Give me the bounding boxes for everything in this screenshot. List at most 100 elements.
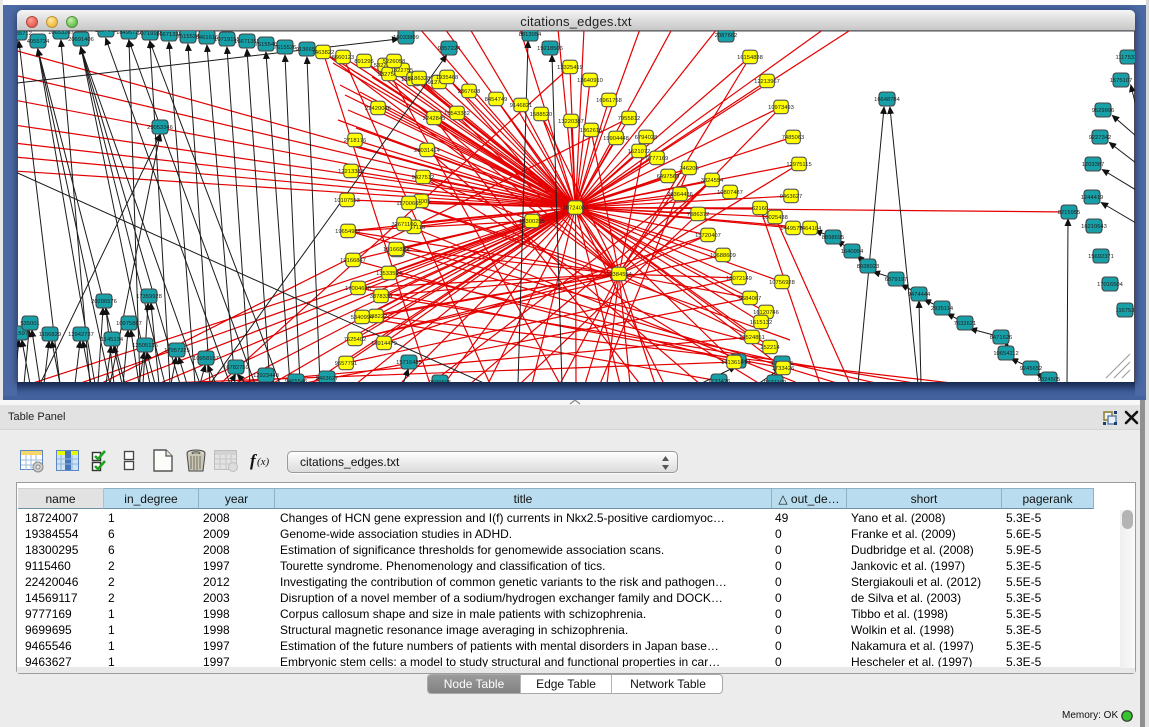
svg-text:9657791: 9657791 bbox=[335, 361, 358, 367]
svg-text:20206576: 20206576 bbox=[91, 299, 117, 305]
svg-text:1733426: 1733426 bbox=[772, 366, 795, 372]
svg-text:9777169: 9777169 bbox=[646, 156, 669, 162]
svg-text:2087662: 2087662 bbox=[715, 33, 738, 39]
svg-text:9529996: 9529996 bbox=[1092, 108, 1115, 114]
svg-text:13220387: 13220387 bbox=[558, 119, 584, 125]
svg-text:16033809: 16033809 bbox=[393, 35, 419, 41]
svg-text:5340994: 5340994 bbox=[351, 315, 374, 321]
svg-text:7464104: 7464104 bbox=[799, 226, 822, 232]
svg-text:2242845: 2242845 bbox=[423, 116, 446, 122]
svg-text:12923448: 12923448 bbox=[253, 373, 279, 379]
svg-text:19904448: 19904448 bbox=[603, 136, 629, 142]
svg-text:12975115: 12975115 bbox=[786, 162, 811, 168]
svg-text:10025438: 10025438 bbox=[762, 215, 788, 221]
svg-text:10688609: 10688609 bbox=[710, 253, 736, 259]
svg-text:11700665: 11700665 bbox=[396, 201, 421, 207]
svg-text:10807487: 10807487 bbox=[717, 190, 743, 196]
svg-text:9474444: 9474444 bbox=[908, 292, 931, 298]
svg-text:16782759: 16782759 bbox=[223, 365, 249, 371]
svg-text:7955812: 7955812 bbox=[618, 116, 641, 122]
svg-text:8454749: 8454749 bbox=[485, 97, 508, 103]
svg-text:4055724: 4055724 bbox=[27, 39, 50, 45]
svg-text:10654112: 10654112 bbox=[993, 351, 1018, 357]
svg-text:19384554: 19384554 bbox=[606, 272, 633, 278]
svg-text:19166847: 19166847 bbox=[340, 258, 366, 264]
svg-text:10958107: 10958107 bbox=[193, 356, 219, 362]
svg-text:7485063: 7485063 bbox=[782, 135, 805, 141]
svg-text:7625402: 7625402 bbox=[344, 337, 367, 343]
svg-text:15692371: 15692371 bbox=[1088, 254, 1114, 260]
svg-text:1527602: 1527602 bbox=[95, 31, 118, 34]
svg-text:32671100: 32671100 bbox=[391, 222, 416, 228]
svg-text:7632621: 7632621 bbox=[954, 321, 977, 327]
svg-text:10653267: 10653267 bbox=[48, 31, 74, 36]
svg-text:10973493: 10973493 bbox=[768, 105, 794, 111]
svg-text:1621072: 1621072 bbox=[628, 149, 651, 155]
svg-text:19166827: 19166827 bbox=[383, 247, 409, 253]
svg-text:15720407: 15720407 bbox=[695, 233, 721, 239]
svg-text:6879197: 6879197 bbox=[885, 277, 908, 283]
svg-text:13533594: 13533594 bbox=[376, 271, 403, 277]
svg-text:9684067: 9684067 bbox=[739, 296, 762, 302]
svg-text:19218506: 19218506 bbox=[537, 46, 563, 52]
svg-text:1203387: 1203387 bbox=[1082, 162, 1105, 168]
svg-text:13640910: 13640910 bbox=[577, 78, 603, 84]
svg-text:17359928: 17359928 bbox=[136, 294, 162, 300]
svg-text:10975887: 10975887 bbox=[116, 321, 142, 327]
svg-text:16914479: 16914479 bbox=[371, 341, 397, 347]
svg-text:22420046: 22420046 bbox=[365, 106, 391, 112]
svg-text:19654982: 19654982 bbox=[335, 229, 361, 235]
svg-text:9245652: 9245652 bbox=[1020, 366, 1043, 372]
svg-text:8898695: 8898695 bbox=[822, 235, 845, 241]
svg-text:8215955: 8215955 bbox=[1058, 210, 1081, 216]
svg-text:15716485: 15716485 bbox=[396, 360, 422, 366]
svg-text:1362615: 1362615 bbox=[580, 128, 603, 134]
svg-text:9427512: 9427512 bbox=[412, 175, 435, 181]
svg-text:252214: 252214 bbox=[760, 345, 780, 351]
svg-text:9357224: 9357224 bbox=[438, 46, 461, 52]
svg-text:2367608: 2367608 bbox=[458, 89, 481, 95]
svg-text:16210643: 16210643 bbox=[1081, 224, 1107, 230]
svg-text:5226058: 5226058 bbox=[383, 59, 406, 65]
svg-text:7615526: 7615526 bbox=[274, 45, 297, 51]
svg-text:18300295: 18300295 bbox=[519, 219, 545, 225]
svg-text:62160: 62160 bbox=[752, 206, 768, 212]
svg-text:3878334: 3878334 bbox=[370, 294, 393, 300]
svg-text:11175331: 11175331 bbox=[1116, 55, 1135, 61]
svg-text:12942737: 12942737 bbox=[68, 332, 94, 338]
svg-text:12505135: 12505135 bbox=[132, 343, 158, 349]
svg-text:10756928: 10756928 bbox=[769, 280, 795, 286]
svg-text:1145134: 1145134 bbox=[101, 337, 124, 343]
svg-text:14136141: 14136141 bbox=[721, 360, 747, 366]
svg-text:8660123: 8660123 bbox=[332, 55, 355, 61]
svg-text:1588520: 1588520 bbox=[530, 112, 553, 118]
svg-text:9227342: 9227342 bbox=[1089, 135, 1112, 141]
svg-text:28031414: 28031414 bbox=[414, 148, 441, 154]
svg-text:17004678: 17004678 bbox=[345, 286, 371, 292]
svg-text:16648784: 16648784 bbox=[874, 97, 901, 103]
svg-text:1640954: 1640954 bbox=[841, 249, 864, 255]
svg-text:13524851: 13524851 bbox=[739, 335, 765, 341]
svg-text:8471626: 8471626 bbox=[990, 335, 1013, 341]
svg-text:8938923: 8938923 bbox=[857, 264, 880, 270]
svg-text:10543382: 10543382 bbox=[444, 111, 470, 117]
svg-text:(x): (x) bbox=[257, 456, 270, 468]
svg-text:13325419: 13325419 bbox=[557, 65, 583, 71]
svg-text:6794028: 6794028 bbox=[635, 135, 658, 141]
svg-text:1244419: 1244419 bbox=[1081, 195, 1104, 201]
svg-text:3824554: 3824554 bbox=[701, 178, 724, 184]
svg-text:116753: 116753 bbox=[1116, 308, 1135, 314]
svg-text:17016504: 17016504 bbox=[1097, 282, 1124, 288]
svg-text:1935468: 1935468 bbox=[436, 75, 459, 81]
svg-text:17957225: 17957225 bbox=[164, 348, 190, 354]
svg-text:16154838: 16154838 bbox=[737, 55, 763, 61]
svg-text:6497568: 6497568 bbox=[657, 174, 680, 180]
svg-text:2935114: 2935114 bbox=[931, 306, 954, 312]
svg-text:3915971: 3915971 bbox=[17, 331, 31, 337]
svg-text:1575107: 1575107 bbox=[1110, 78, 1133, 84]
svg-text:12213383: 12213383 bbox=[338, 169, 364, 175]
svg-text:7386372: 7386372 bbox=[687, 212, 710, 218]
svg-text:891295: 891295 bbox=[354, 59, 373, 65]
svg-text:10107553: 10107553 bbox=[334, 198, 360, 204]
svg-text:29053346: 29053346 bbox=[147, 125, 173, 131]
